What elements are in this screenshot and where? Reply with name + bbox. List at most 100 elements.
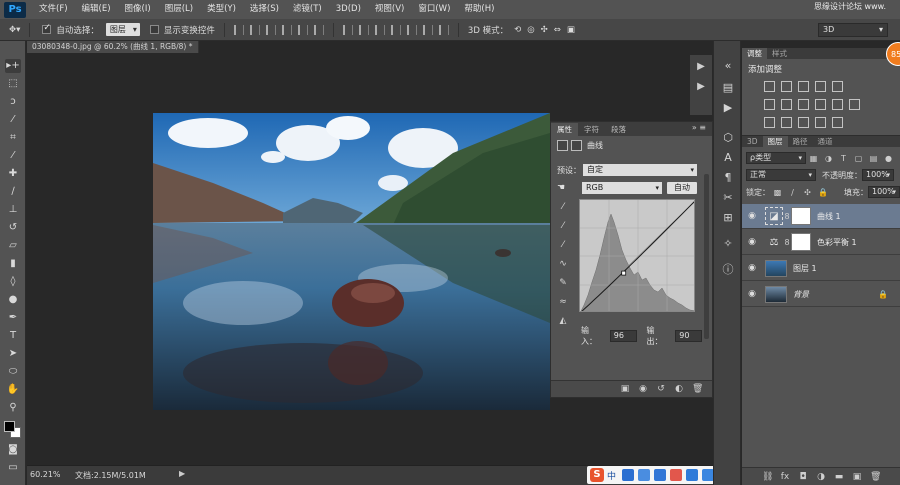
menu-window[interactable]: 窗口(W) bbox=[411, 0, 457, 19]
lock-transparent-icon[interactable]: ▩ bbox=[773, 188, 782, 197]
pen-tool-icon[interactable]: ✒ bbox=[5, 311, 21, 325]
show-transform-checkbox[interactable] bbox=[149, 25, 159, 34]
color-balance-icon[interactable] bbox=[781, 99, 792, 110]
actions-panel-icon[interactable]: ▶ bbox=[721, 101, 735, 115]
posterize-icon[interactable] bbox=[781, 117, 792, 128]
menu-help[interactable]: 帮助(H) bbox=[457, 0, 501, 19]
opacity-field[interactable]: 100% bbox=[862, 169, 894, 181]
fill-field[interactable]: 100% bbox=[868, 186, 900, 198]
3d-rotate-icon[interactable]: ⟲ bbox=[514, 25, 521, 35]
new-layer-icon[interactable]: ▣ bbox=[852, 472, 862, 482]
auto-select-dropdown[interactable]: 图层 bbox=[105, 23, 140, 36]
align-hcenter-icon[interactable] bbox=[297, 24, 308, 35]
3d-slide-icon[interactable]: ⇔ bbox=[554, 25, 561, 35]
reset-icon[interactable]: ↺ bbox=[656, 384, 666, 394]
menu-file[interactable]: 文件(F) bbox=[32, 0, 75, 19]
menu-image[interactable]: 图像(I) bbox=[118, 0, 158, 19]
tab-adjustments[interactable]: 调整 bbox=[742, 48, 767, 59]
type-tool-icon[interactable]: T bbox=[5, 329, 21, 343]
layer-mask-thumbnail[interactable] bbox=[791, 207, 811, 225]
add-mask-icon[interactable]: ◘ bbox=[798, 472, 808, 482]
tab-paths[interactable]: 路径 bbox=[788, 136, 813, 147]
tab-paragraph[interactable]: 段落 bbox=[605, 123, 632, 136]
marquee-tool-icon[interactable]: ⬚ bbox=[5, 77, 21, 91]
auto-select-checkbox[interactable] bbox=[42, 23, 52, 34]
filter-pixel-icon[interactable]: ▦ bbox=[809, 154, 818, 163]
threshold-icon[interactable] bbox=[798, 117, 809, 128]
zoom-tool-icon[interactable]: ⚲ bbox=[5, 401, 21, 415]
screen-mode-icon[interactable]: ▭ bbox=[5, 461, 21, 475]
swatches-panel-icon[interactable]: ✧ bbox=[721, 237, 735, 251]
dock-collapse-icon[interactable]: « bbox=[721, 59, 735, 73]
workspace-selector[interactable]: 3D bbox=[818, 23, 888, 37]
lock-all-icon[interactable]: 🔒 bbox=[818, 188, 828, 197]
vibrance-icon[interactable] bbox=[832, 81, 843, 92]
document-tab[interactable]: 03080348-0.jpg @ 60.2% (曲线 1, RGB/8) * bbox=[27, 41, 199, 53]
filter-toggle-icon[interactable]: ● bbox=[884, 154, 893, 163]
lock-pixels-icon[interactable]: ∕ bbox=[788, 188, 797, 197]
properties-scrollbar[interactable] bbox=[704, 174, 709, 339]
distribute-top-icon[interactable] bbox=[342, 24, 353, 35]
input-field[interactable]: 96 bbox=[609, 330, 637, 342]
status-menu-arrow-icon[interactable]: ▶ bbox=[179, 469, 185, 478]
zoom-level[interactable]: 60.21% bbox=[30, 470, 61, 479]
lasso-tool-icon[interactable]: ↄ bbox=[5, 95, 21, 109]
timeline-panel-icon[interactable]: A bbox=[721, 151, 735, 165]
layer-style-icon[interactable]: fx bbox=[780, 472, 790, 482]
menu-select[interactable]: 选择(S) bbox=[243, 0, 286, 19]
smooth-curve-icon[interactable]: ≈ bbox=[556, 295, 570, 309]
align-vcenter-icon[interactable] bbox=[249, 24, 260, 35]
layer-row-layer1[interactable]: ◉ 图层 1 bbox=[742, 256, 900, 281]
menu-filter[interactable]: 滤镜(T) bbox=[286, 0, 329, 19]
menu-3d[interactable]: 3D(D) bbox=[329, 0, 368, 19]
link-layers-icon[interactable]: ⛓ bbox=[762, 472, 773, 482]
move-tool-icon[interactable]: ✥▾ bbox=[9, 25, 20, 35]
curve-edit-icon[interactable]: ∿ bbox=[556, 257, 570, 271]
tab-layers[interactable]: 图层 bbox=[762, 136, 788, 147]
tab-styles[interactable]: 样式 bbox=[767, 48, 792, 59]
layer-row-curves[interactable]: ◉ ◪ 8 曲线 1 bbox=[742, 204, 900, 229]
curves-graph[interactable] bbox=[579, 199, 695, 312]
auto-button[interactable]: 自动 bbox=[667, 182, 697, 194]
align-right-icon[interactable] bbox=[313, 24, 324, 35]
ime-punct-icon[interactable] bbox=[622, 469, 635, 481]
3d-scale-icon[interactable]: ▣ bbox=[567, 25, 575, 35]
white-point-eyedropper-icon[interactable]: ⁄ bbox=[556, 238, 570, 252]
lock-position-icon[interactable]: ✣ bbox=[803, 188, 812, 197]
path-select-tool-icon[interactable]: ➤ bbox=[5, 347, 21, 361]
blur-tool-icon[interactable]: ◊ bbox=[5, 275, 21, 289]
ime-mic-icon[interactable] bbox=[638, 469, 651, 481]
paragraph-panel-icon[interactable]: ¶ bbox=[721, 171, 735, 185]
eyedropper-tool-icon[interactable]: ⁄ bbox=[5, 149, 21, 163]
distribute-left-icon[interactable] bbox=[390, 24, 401, 35]
ime-shirt-icon[interactable] bbox=[686, 469, 699, 481]
curves-adjust-icon[interactable] bbox=[798, 81, 809, 92]
layer-row-background[interactable]: ◉ 背景 🔒 bbox=[742, 282, 900, 307]
clip-to-layer-icon[interactable]: ▣ bbox=[620, 384, 630, 394]
layer-filter-dropdown[interactable]: ρ类型 bbox=[746, 152, 806, 164]
distribute-vcenter-icon[interactable] bbox=[358, 24, 369, 35]
channel-mixer-icon[interactable] bbox=[832, 99, 843, 110]
distribute-hcenter-icon[interactable] bbox=[406, 24, 417, 35]
healing-brush-tool-icon[interactable]: ✚ bbox=[5, 167, 21, 181]
move-tool-icon[interactable]: ▸+ bbox=[5, 59, 21, 73]
crop-tool-icon[interactable]: ⌗ bbox=[5, 131, 21, 145]
eraser-tool-icon[interactable]: ▱ bbox=[5, 239, 21, 253]
tab-3d[interactable]: 3D bbox=[742, 136, 763, 147]
delete-layer-icon[interactable]: 🗑 bbox=[870, 472, 881, 482]
distribute-right-icon[interactable] bbox=[422, 24, 433, 35]
shape-tool-icon[interactable]: ⬭ bbox=[5, 365, 21, 379]
ime-keyboard-icon[interactable] bbox=[654, 469, 667, 481]
ime-language[interactable]: 中 bbox=[607, 469, 616, 482]
menu-type[interactable]: 类型(Y) bbox=[200, 0, 243, 19]
align-left-icon[interactable] bbox=[281, 24, 292, 35]
color-lookup-icon[interactable] bbox=[849, 99, 860, 110]
brush-tool-icon[interactable]: ∕ bbox=[5, 185, 21, 199]
align-bottom-icon[interactable] bbox=[265, 24, 276, 35]
menu-edit[interactable]: 编辑(E) bbox=[75, 0, 118, 19]
mask-icon[interactable] bbox=[571, 140, 582, 151]
visibility-icon[interactable]: ◐ bbox=[674, 384, 684, 394]
pencil-draw-icon[interactable]: ✎ bbox=[556, 276, 570, 290]
panel-arrow-icon[interactable]: ▶ bbox=[695, 81, 707, 93]
new-adjustment-icon[interactable]: ◑ bbox=[816, 472, 826, 482]
